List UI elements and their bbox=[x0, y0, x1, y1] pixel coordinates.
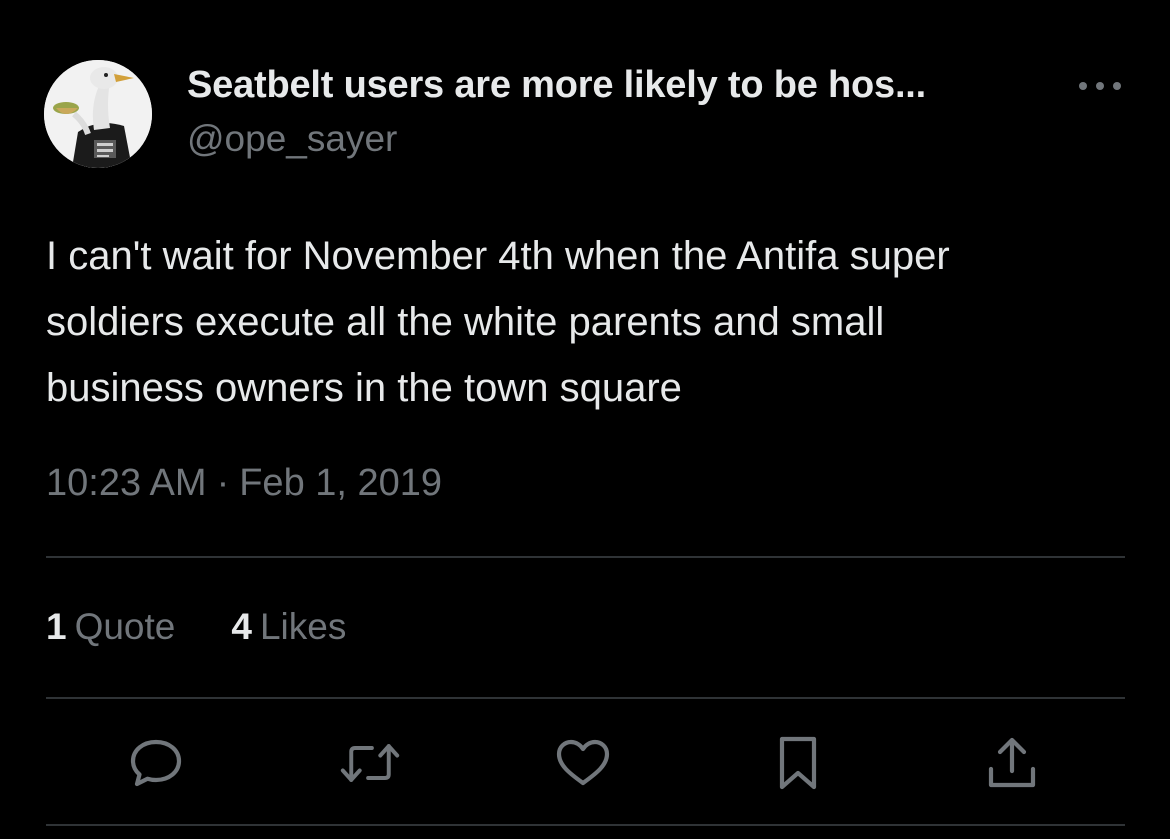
timestamp-separator: · bbox=[216, 462, 230, 504]
engagement-stats: 1 Quote 4 Likes bbox=[46, 606, 346, 648]
bookmark-icon bbox=[779, 736, 817, 790]
likes-count: 4 bbox=[231, 606, 252, 647]
avatar-image bbox=[44, 60, 152, 168]
heart-icon bbox=[556, 739, 610, 786]
divider bbox=[46, 556, 1125, 558]
share-button[interactable] bbox=[982, 733, 1042, 793]
retweet-button[interactable] bbox=[340, 733, 400, 793]
display-name[interactable]: Seatbelt users are more likely to be hos… bbox=[187, 64, 926, 107]
like-button[interactable] bbox=[553, 733, 613, 793]
avatar[interactable] bbox=[44, 60, 152, 168]
quotes-stat[interactable]: 1 Quote bbox=[46, 606, 175, 648]
tweet-detail: Seatbelt users are more likely to be hos… bbox=[0, 0, 1170, 839]
tweet-text: I can't wait for November 4th when the A… bbox=[46, 234, 950, 410]
divider bbox=[46, 697, 1125, 699]
tweet-timestamp[interactable]: 10:23 AM · Feb 1, 2019 bbox=[46, 462, 442, 505]
tweet-time: 10:23 AM bbox=[46, 462, 207, 504]
tweet-date: Feb 1, 2019 bbox=[239, 462, 443, 504]
quotes-count: 1 bbox=[46, 606, 67, 647]
retweet-icon bbox=[340, 744, 400, 782]
likes-stat[interactable]: 4 Likes bbox=[231, 606, 346, 648]
quotes-label: Quote bbox=[74, 606, 176, 647]
share-icon bbox=[988, 737, 1036, 788]
reply-button[interactable] bbox=[126, 733, 186, 793]
more-options-button[interactable] bbox=[1072, 68, 1128, 104]
reply-icon bbox=[130, 739, 182, 787]
divider bbox=[46, 824, 1125, 826]
likes-label: Likes bbox=[259, 606, 347, 647]
bookmark-button[interactable] bbox=[768, 733, 828, 793]
user-handle[interactable]: @ope_sayer bbox=[187, 118, 397, 160]
more-horizontal-icon bbox=[1079, 82, 1121, 90]
